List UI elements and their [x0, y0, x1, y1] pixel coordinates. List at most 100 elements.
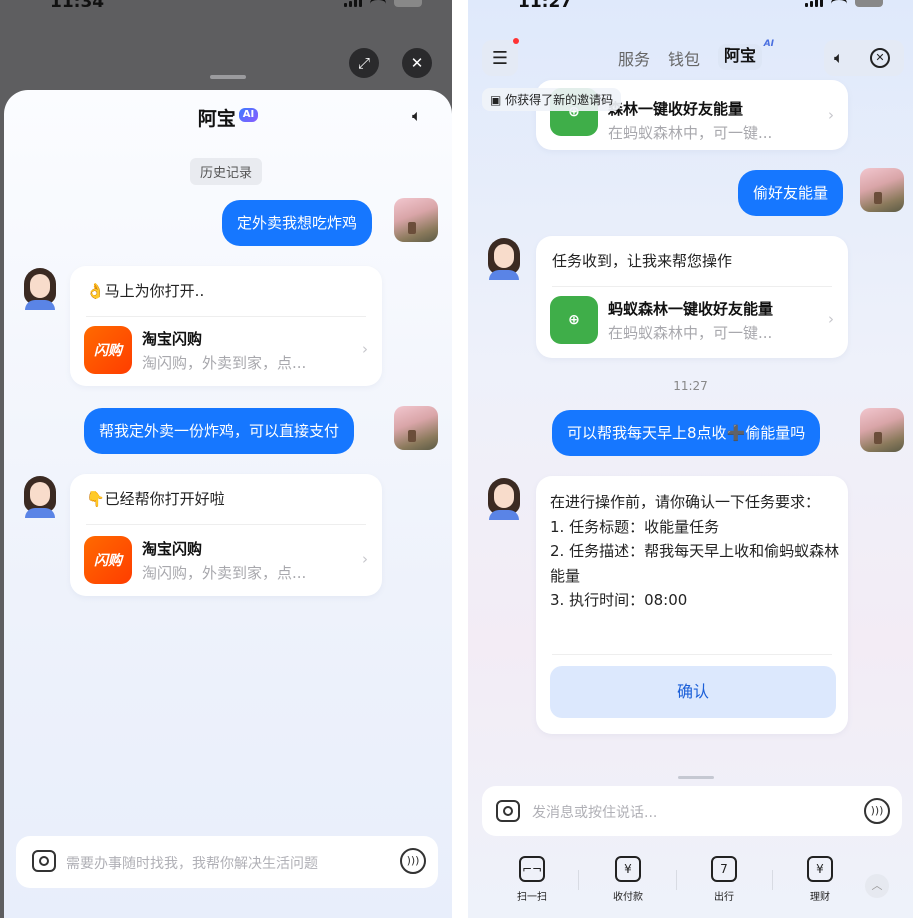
task-title-line: 1. 任务标题：收能量任务: [550, 517, 720, 536]
chevron-right-icon: ›: [828, 310, 834, 328]
bot-avatar: [20, 474, 60, 518]
bot-message-text: 👌马上为你打开..: [86, 282, 205, 300]
close-button[interactable]: ✕: [402, 48, 432, 78]
bottom-toolbar: ⌐¬ 扫一扫 ¥ 收付款 7 出行 ¥ 理财 ︿: [468, 850, 913, 918]
payment-icon: ¥: [615, 856, 641, 882]
left-screen: 11:34 ⤢ ✕ 阿宝 AI 🔈︎ 历史记录 定外卖我想吃炸鸡 👌马上为你打开.…: [0, 0, 452, 918]
ant-forest-icon: ⊕: [550, 296, 598, 344]
task-time-line: 3. 执行时间：08:00: [550, 591, 688, 609]
divider: [772, 870, 773, 890]
history-button[interactable]: 历史记录: [190, 158, 263, 185]
battery-icon: [855, 0, 883, 7]
chat-input-bar[interactable]: 需要办事随时找我，我帮你解决生活问题 ))): [16, 836, 438, 888]
chat-input-bar[interactable]: 发消息或按住说话... ))): [482, 786, 902, 836]
notification-dot: [513, 38, 519, 44]
tab-ai-badge: AI: [763, 39, 775, 49]
tool-finance[interactable]: ¥ 理财: [790, 856, 850, 903]
header-controls: 🔈︎ ✕: [824, 40, 904, 76]
bot-message-text: 👇已经帮你打开好啦: [86, 490, 225, 508]
expand-icon: ⤢: [357, 54, 370, 72]
tool-label: 理财: [810, 892, 830, 903]
user-message: 定外卖我想吃炸鸡: [222, 200, 373, 246]
menu-button[interactable]: ☰: [482, 40, 518, 76]
app-name: 森林一键收好友能量: [608, 100, 744, 118]
tool-scan[interactable]: ⌐¬ 扫一扫: [502, 856, 562, 903]
divider: [552, 654, 832, 655]
status-icons: [344, 0, 422, 7]
app-name: 淘宝闪购: [142, 330, 203, 348]
tab-wallet[interactable]: 钱包: [668, 46, 700, 70]
bot-message-card: 任务收到，让我来帮您操作 ⊕ 蚂蚁森林一键收好友能量 在蚂蚁森林中，可一键...…: [536, 236, 848, 358]
user-message: 可以帮我每天早上8点收➕偷能量吗: [552, 410, 821, 456]
close-icon: ✕: [410, 54, 424, 72]
bot-avatar: [484, 476, 524, 520]
invite-icon: ▣: [490, 93, 506, 107]
top-tabs: 服务 钱包 阿宝 AI: [618, 39, 774, 70]
camera-icon[interactable]: [32, 850, 56, 872]
taobao-shangou-icon: 闪购: [84, 326, 132, 374]
user-avatar: [860, 408, 904, 452]
divider: [578, 870, 579, 890]
expand-button[interactable]: ⤢: [349, 48, 379, 78]
status-icons: [805, 0, 883, 7]
signal-icon: [805, 0, 823, 7]
app-card-taobao[interactable]: 闪购 淘宝闪购 淘闪购，外卖到家，点... ›: [84, 532, 368, 588]
app-name: 淘宝闪购: [142, 540, 203, 558]
user-avatar: [394, 198, 438, 242]
app-desc: 淘闪购，外卖到家，点...: [142, 564, 307, 582]
tab-abao[interactable]: 阿宝 AI: [718, 39, 774, 70]
app-desc: 在蚂蚁森林中，可一键...: [608, 124, 773, 142]
signal-icon: [344, 0, 362, 7]
task-details: 在进行操作前，请你确认一下任务要求： 1. 任务标题：收能量任务 2. 任务描述…: [550, 490, 840, 613]
chevron-right-icon: ›: [362, 550, 368, 568]
close-icon[interactable]: ✕: [870, 48, 890, 68]
tool-transit[interactable]: 7 出行: [694, 856, 754, 903]
timestamp: 11:27: [673, 379, 708, 393]
menu-icon: ☰: [491, 47, 509, 69]
transit-icon: 7: [711, 856, 737, 882]
chevron-right-icon: ›: [828, 106, 834, 124]
finance-icon: ¥: [807, 856, 833, 882]
bot-message-card: 👇已经帮你打开好啦 闪购 淘宝闪购 淘闪购，外卖到家，点... ›: [70, 474, 382, 596]
app-card-taobao[interactable]: 闪购 淘宝闪购 淘闪购，外卖到家，点... ›: [84, 322, 368, 378]
ai-badge: AI: [238, 108, 259, 122]
confirm-button[interactable]: 确认: [550, 666, 836, 718]
right-screen: 11:27 ☰ 服务 钱包 阿宝 AI 🔈︎ ✕ ⊕ 森林一键收好友能量 在蚂蚁森…: [468, 0, 913, 918]
tool-label: 出行: [714, 892, 734, 903]
sheet-handle[interactable]: [210, 75, 246, 79]
voice-icon[interactable]: ))): [864, 798, 890, 824]
invite-toast[interactable]: ▣ 你获得了新的邀请码: [482, 88, 622, 111]
status-time: 11:34: [50, 0, 105, 12]
app-card-forest[interactable]: ⊕ 蚂蚁森林一键收好友能量 在蚂蚁森林中，可一键... ›: [550, 292, 834, 348]
bot-avatar: [484, 236, 524, 280]
scan-icon: ⌐¬: [519, 856, 545, 882]
divider: [86, 316, 366, 317]
chevron-right-icon: ›: [362, 340, 368, 358]
tool-label: 收付款: [613, 892, 643, 903]
sheet-handle[interactable]: [678, 776, 714, 779]
task-desc-line: 2. 任务描述：帮我每天早上收和偷蚂蚁森林能量: [550, 542, 840, 585]
voice-icon[interactable]: ))): [400, 848, 426, 874]
sheet-title: 阿宝 AI: [4, 104, 452, 131]
user-avatar: [860, 168, 904, 212]
app-name: 蚂蚁森林一键收好友能量: [608, 300, 774, 318]
mute-icon[interactable]: 🔈︎: [412, 106, 422, 126]
tab-service[interactable]: 服务: [618, 46, 650, 70]
app-desc: 在蚂蚁森林中，可一键...: [608, 324, 773, 342]
user-message: 帮我定外卖一份炸鸡，可以直接支付: [84, 408, 355, 454]
bot-avatar: [20, 266, 60, 310]
mute-icon[interactable]: 🔈︎: [834, 48, 844, 68]
wifi-icon: [370, 0, 386, 6]
user-message: 偷好友能量: [738, 170, 844, 216]
tool-payment[interactable]: ¥ 收付款: [598, 856, 658, 903]
wifi-icon: [831, 0, 847, 6]
tab-abao-label: 阿宝: [724, 46, 757, 65]
taobao-shangou-icon: 闪购: [84, 536, 132, 584]
chat-input-placeholder[interactable]: 发消息或按住说话...: [532, 802, 657, 822]
camera-icon[interactable]: [496, 800, 520, 822]
screenshot-root: 11:34 ⤢ ✕ 阿宝 AI 🔈︎ 历史记录 定外卖我想吃炸鸡 👌马上为你打开.…: [0, 0, 913, 918]
chevron-up-icon[interactable]: ︿: [865, 874, 889, 898]
chat-input-placeholder[interactable]: 需要办事随时找我，我帮你解决生活问题: [66, 853, 318, 873]
user-avatar: [394, 406, 438, 450]
bot-message-card: 👌马上为你打开.. 闪购 淘宝闪购 淘闪购，外卖到家，点... ›: [70, 266, 382, 386]
